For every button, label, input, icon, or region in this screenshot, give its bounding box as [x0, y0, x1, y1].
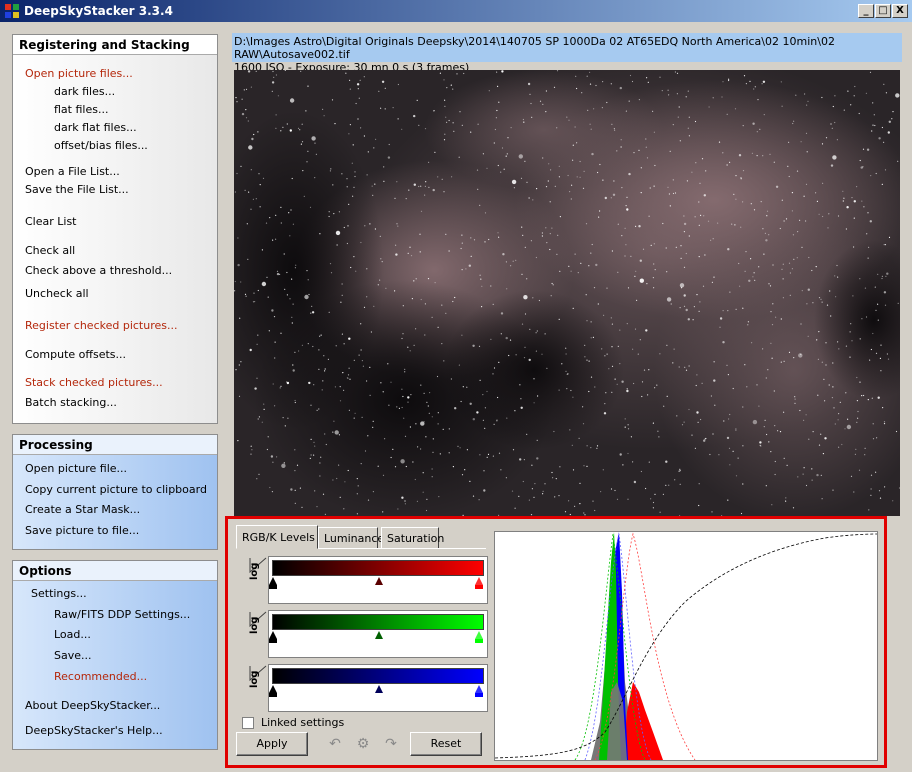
- registering-panel: Registering and Stacking Open picture fi…: [12, 34, 218, 424]
- offset-bias-files-link[interactable]: offset/bias files...: [54, 139, 148, 152]
- red-log-label: log: [249, 562, 260, 580]
- green-log-toggle[interactable]: log: [248, 610, 268, 656]
- batch-stacking-link[interactable]: Batch stacking...: [25, 396, 117, 409]
- redo-icon[interactable]: ↷: [380, 733, 402, 755]
- green-log-label: log: [249, 616, 260, 634]
- red-log-toggle[interactable]: log: [248, 556, 268, 602]
- close-button[interactable]: X: [892, 4, 908, 18]
- open-picture-file-link[interactable]: Open picture file...: [25, 462, 127, 475]
- blue-black-point-handle[interactable]: [269, 685, 277, 693]
- processing-header: Processing: [13, 435, 217, 455]
- apply-button[interactable]: Apply: [236, 732, 308, 756]
- tab-rgb-levels[interactable]: RGB/K Levels: [236, 525, 318, 549]
- red-black-point-handle[interactable]: [269, 577, 277, 585]
- picture-view[interactable]: [234, 70, 900, 516]
- save-file-list-link[interactable]: Save the File List...: [25, 183, 129, 196]
- options-header: Options: [13, 561, 217, 581]
- recommended-link[interactable]: Recommended...: [54, 670, 147, 683]
- copy-to-clipboard-link[interactable]: Copy current picture to clipboard: [25, 483, 207, 496]
- open-picture-files-link[interactable]: Open picture files...: [25, 67, 133, 80]
- tab-saturation[interactable]: Saturation: [381, 527, 444, 549]
- clear-list-link[interactable]: Clear List: [25, 215, 77, 228]
- blue-gradient-bar: [272, 668, 484, 684]
- settings-wheel-icon[interactable]: ⚙: [352, 733, 374, 755]
- compute-offsets-link[interactable]: Compute offsets...: [25, 348, 126, 361]
- stack-checked-link[interactable]: Stack checked pictures...: [25, 376, 163, 389]
- reset-button[interactable]: Reset: [410, 732, 482, 756]
- green-level-slider[interactable]: [268, 610, 488, 658]
- levels-frame: RGB/K Levels Luminance Saturation log lo…: [225, 516, 887, 768]
- histogram-plot: [494, 532, 878, 761]
- rgb-levels-panel: log log log Linked settings Apply ↶ ⚙ ↷ …: [236, 548, 488, 762]
- register-checked-link[interactable]: Register checked pictures...: [25, 319, 178, 332]
- check-all-link[interactable]: Check all: [25, 244, 75, 257]
- check-above-threshold-link[interactable]: Check above a threshold...: [25, 264, 172, 277]
- blue-level-slider[interactable]: [268, 664, 488, 712]
- linked-settings-label: Linked settings: [261, 716, 345, 729]
- create-star-mask-link[interactable]: Create a Star Mask...: [25, 503, 140, 516]
- nebula-image: [234, 70, 900, 516]
- file-path: D:\Images Astro\Digital Originals Deepsk…: [234, 35, 835, 61]
- undo-icon[interactable]: ↶: [324, 733, 346, 755]
- save-link[interactable]: Save...: [54, 649, 92, 662]
- load-link[interactable]: Load...: [54, 628, 91, 641]
- app-icon: [5, 4, 19, 18]
- dark-flat-files-link[interactable]: dark flat files...: [54, 121, 137, 134]
- green-gradient-bar: [272, 614, 484, 630]
- red-level-slider[interactable]: [268, 556, 488, 604]
- blue-white-point-handle[interactable]: [475, 685, 483, 693]
- tab-luminance[interactable]: Luminance: [318, 527, 384, 549]
- green-white-point-handle[interactable]: [475, 631, 483, 639]
- blue-log-toggle[interactable]: log: [248, 664, 268, 710]
- settings-link[interactable]: Settings...: [31, 587, 87, 600]
- linked-settings-checkbox[interactable]: [242, 717, 254, 729]
- histogram-cumulative-curve: [494, 533, 878, 759]
- save-picture-link[interactable]: Save picture to file...: [25, 524, 139, 537]
- flat-files-link[interactable]: flat files...: [54, 103, 108, 116]
- processing-panel: Processing Open picture file... Copy cur…: [12, 434, 218, 550]
- options-panel: Options Settings... Raw/FITS DDP Setting…: [12, 560, 218, 750]
- blue-midpoint-handle[interactable]: [375, 685, 383, 693]
- blue-log-label: log: [249, 670, 260, 688]
- raw-fits-settings-link[interactable]: Raw/FITS DDP Settings...: [54, 608, 190, 621]
- file-info-bar: D:\Images Astro\Digital Originals Deepsk…: [232, 33, 902, 74]
- histogram-red-area: [623, 682, 663, 760]
- help-link[interactable]: DeepSkyStacker's Help...: [25, 724, 163, 737]
- maximize-button[interactable]: □: [875, 4, 891, 18]
- green-midpoint-handle[interactable]: [375, 631, 383, 639]
- histogram-view[interactable]: [494, 531, 878, 761]
- registering-header: Registering and Stacking: [13, 35, 217, 55]
- minimize-button[interactable]: _: [858, 4, 874, 18]
- about-link[interactable]: About DeepSkyStacker...: [25, 699, 160, 712]
- uncheck-all-link[interactable]: Uncheck all: [25, 287, 89, 300]
- red-gradient-bar: [272, 560, 484, 576]
- red-midpoint-handle[interactable]: [375, 577, 383, 585]
- open-file-list-link[interactable]: Open a File List...: [25, 165, 120, 178]
- title-bar: DeepSkyStacker 3.3.4 _ □ X: [0, 0, 912, 22]
- green-black-point-handle[interactable]: [269, 631, 277, 639]
- window-title: DeepSkyStacker 3.3.4: [24, 4, 173, 18]
- dark-files-link[interactable]: dark files...: [54, 85, 115, 98]
- red-white-point-handle[interactable]: [475, 577, 483, 585]
